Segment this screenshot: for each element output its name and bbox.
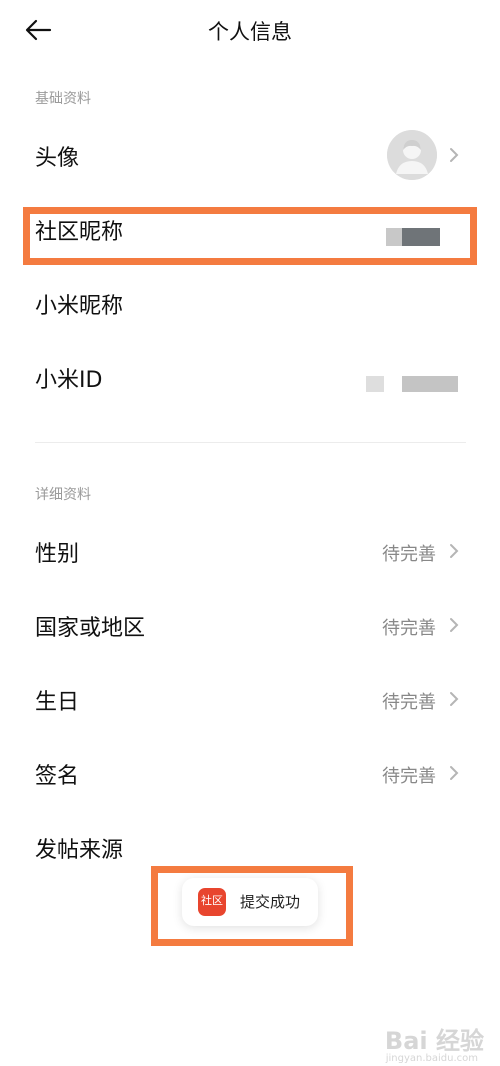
row-value-gender: 待完善 (382, 544, 436, 565)
page-title: 个人信息 (208, 20, 292, 44)
user-avatar-icon (387, 130, 437, 180)
row-gender[interactable]: 性别 待完善 (0, 514, 500, 588)
row-birthday[interactable]: 生日 待完善 (0, 662, 500, 736)
row-label-mi-id: 小米ID (35, 368, 103, 393)
row-mi-nickname[interactable]: 小米昵称 (0, 266, 500, 340)
avatar[interactable] (387, 130, 437, 180)
row-value-region: 待完善 (382, 618, 436, 639)
chevron-right-icon (450, 544, 459, 558)
chevron-right-icon (450, 148, 459, 162)
row-label-birthday: 生日 (35, 690, 80, 715)
section-label-detail: 详细资料 (35, 487, 91, 503)
blurred-value (366, 376, 384, 392)
row-label-gender: 性别 (35, 542, 80, 567)
watermark-url: jingyan.baidu.com (385, 1053, 478, 1064)
top-bar: 个人信息 (0, 0, 500, 60)
watermark: Bai 经验 (384, 1027, 484, 1055)
section-label-basic: 基础资料 (35, 91, 91, 107)
row-label-region: 国家或地区 (35, 616, 146, 641)
highlight-box-toast (151, 866, 353, 946)
row-label-mi-nickname: 小米昵称 (35, 294, 124, 319)
blurred-value (402, 376, 458, 392)
highlight-box-nickname (23, 207, 477, 265)
row-value-signature: 待完善 (382, 766, 436, 787)
row-signature[interactable]: 签名 待完善 (0, 736, 500, 810)
chevron-right-icon (450, 618, 459, 632)
row-value-birthday: 待完善 (382, 692, 436, 713)
chevron-right-icon (450, 692, 459, 706)
row-label-signature: 签名 (35, 764, 80, 789)
section-divider (35, 442, 466, 443)
row-label-avatar: 头像 (35, 146, 80, 171)
chevron-right-icon (450, 766, 459, 780)
row-region[interactable]: 国家或地区 待完善 (0, 588, 500, 662)
row-label-post-source: 发帖来源 (35, 838, 124, 863)
